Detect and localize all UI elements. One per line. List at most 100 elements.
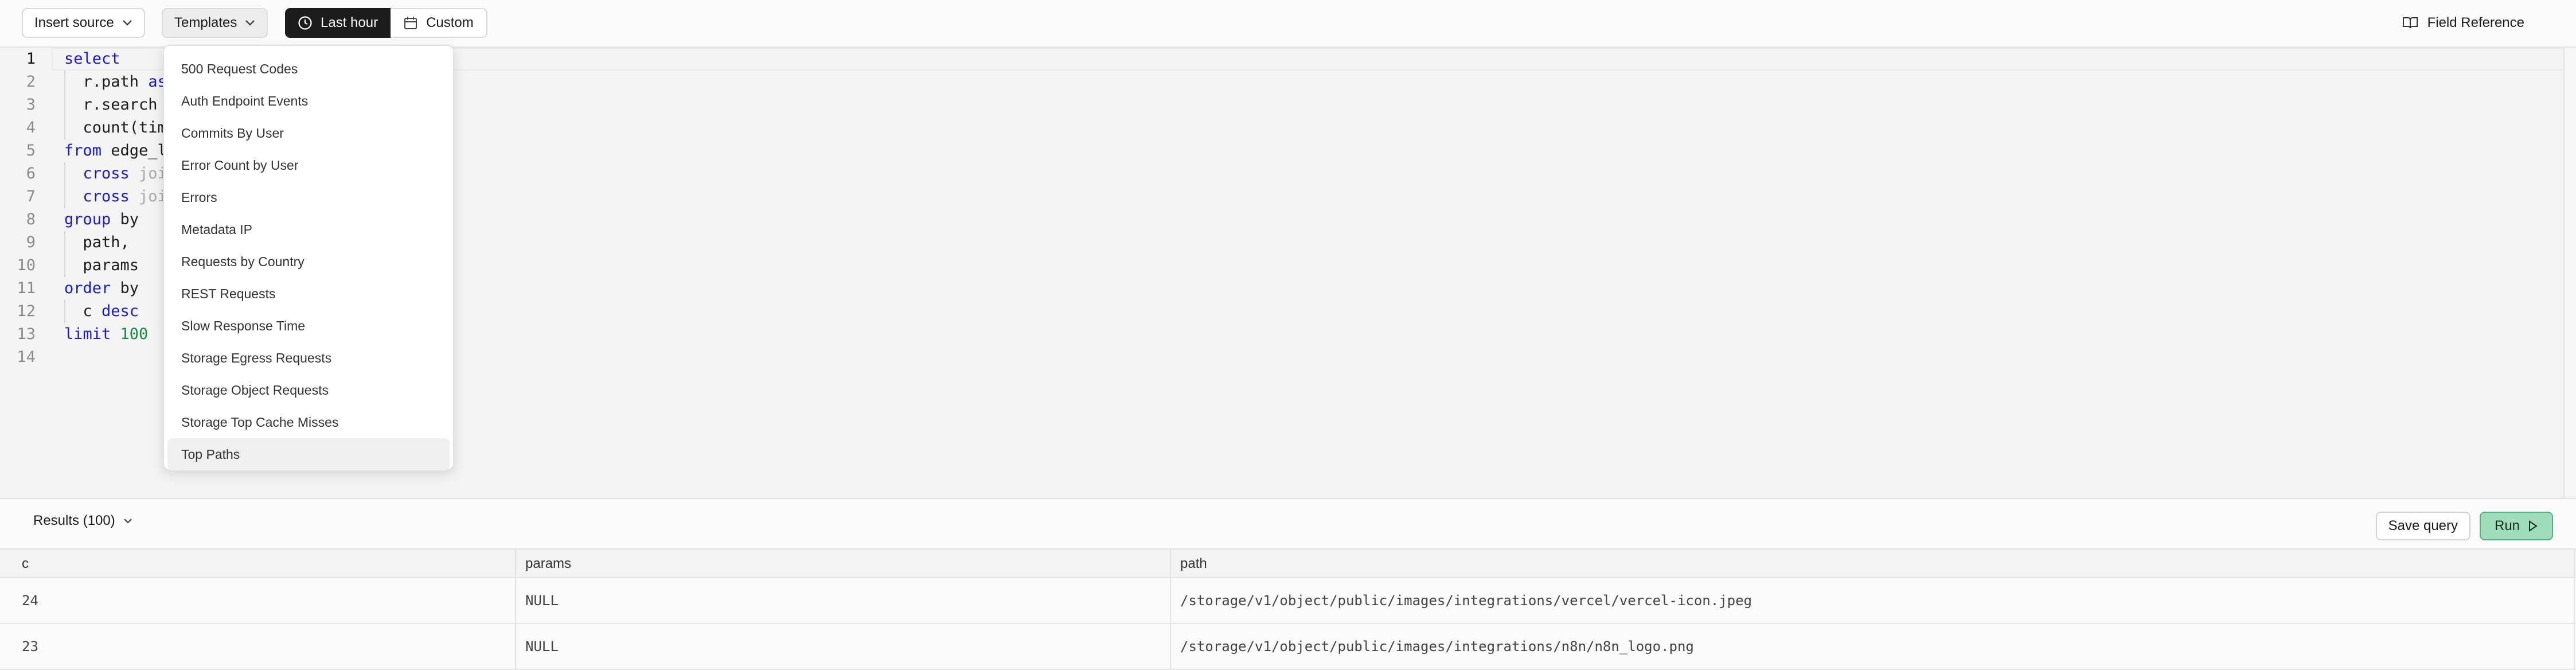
sql-keyword: order [64, 279, 111, 297]
line-number: 5 [26, 142, 36, 159]
line-number: 7 [26, 188, 36, 205]
line-number: 8 [26, 211, 36, 228]
sql-number: 100 [120, 325, 149, 343]
line-number: 6 [26, 165, 36, 182]
custom-range-button[interactable]: Custom [391, 8, 487, 38]
column-header-params[interactable]: params [525, 550, 571, 578]
table-row[interactable]: 23 NULL /storage/v1/object/public/images… [0, 624, 2576, 670]
cell-c: 23 [22, 638, 38, 655]
code-text: r.search [64, 94, 158, 116]
sql-keyword: from [64, 142, 102, 159]
templates-label: Templates [174, 15, 237, 30]
results-bar: Results (100) Save query Run [0, 498, 2576, 548]
line-number: 10 [17, 256, 36, 274]
code-text: order by [64, 277, 139, 300]
last-hour-button[interactable]: Last hour [285, 8, 391, 38]
play-icon [2528, 520, 2538, 532]
sql-keyword: select [64, 50, 120, 68]
code-text: r.path as [64, 71, 167, 94]
chevron-down-icon [122, 20, 132, 26]
template-menu-item[interactable]: Auth Endpoint Events [167, 85, 450, 117]
sql-token: by [111, 211, 139, 228]
sql-keyword: desc [102, 302, 139, 320]
time-range-selector: Last hour Custom [285, 8, 487, 38]
clock-icon [298, 15, 313, 30]
template-menu-item[interactable]: Requests by Country [167, 246, 450, 278]
sql-keyword: cross [83, 165, 130, 182]
sql-token: count(tim [64, 119, 167, 137]
sql-keyword: cross [83, 188, 130, 205]
code-text: cross joi [64, 185, 167, 208]
template-menu-item[interactable]: Top Paths [167, 438, 450, 470]
column-divider[interactable] [515, 548, 516, 669]
code-text: from edge_l [64, 139, 167, 162]
templates-list: 500 Request Codes Auth Endpoint Events Com… [164, 53, 453, 470]
line-number: 12 [17, 302, 36, 320]
save-query-button[interactable]: Save query [2375, 512, 2470, 540]
template-menu-item[interactable]: REST Requests [167, 278, 450, 310]
line-number: 2 [26, 73, 36, 91]
field-reference-label: Field Reference [2427, 15, 2524, 30]
code-text: params [64, 254, 139, 277]
sql-token: by [111, 279, 139, 297]
results-table: c params path 24 NULL /storage/v1/object… [0, 548, 2576, 670]
toolbar: Insert source Templates Last hour Custom… [0, 0, 2576, 48]
chevron-down-icon [123, 518, 132, 524]
cell-params: NULL [525, 638, 559, 655]
sql-keyword: limit [64, 325, 111, 343]
code-text: cross joi [64, 162, 167, 185]
results-count-dropdown[interactable]: Results (100) [33, 513, 132, 529]
line-number: 13 [17, 325, 36, 343]
cell-params: NULL [525, 593, 559, 609]
sql-token: joi [129, 188, 167, 205]
cell-path: /storage/v1/object/public/images/integra… [1180, 593, 1752, 609]
column-header-c[interactable]: c [22, 550, 29, 578]
template-menu-item[interactable]: 500 Request Codes [167, 53, 450, 85]
sql-token: joi [129, 165, 167, 182]
template-menu-item[interactable]: Errors [167, 181, 450, 213]
template-menu-item[interactable]: Metadata IP [167, 213, 450, 246]
results-label: Results (100) [33, 513, 115, 528]
line-number: 4 [26, 119, 36, 137]
template-menu-item[interactable]: Commits By User [167, 117, 450, 149]
run-label: Run [2494, 518, 2520, 533]
code-text: group by [64, 208, 139, 231]
code-text: c desc [64, 300, 139, 323]
editor-scrollbar[interactable] [2563, 48, 2576, 498]
table-row[interactable]: 24 NULL /storage/v1/object/public/images… [0, 578, 2576, 624]
code-text: select [64, 48, 120, 71]
cell-c: 24 [22, 593, 38, 609]
template-menu-item[interactable]: Storage Object Requests [167, 374, 450, 406]
column-header-path[interactable]: path [1180, 550, 1207, 578]
code-text: limit 100 [64, 323, 148, 346]
template-menu-item[interactable]: Storage Top Cache Misses [167, 406, 450, 438]
templates-button[interactable]: Templates [162, 8, 268, 38]
column-divider[interactable] [1170, 548, 1171, 669]
run-button[interactable]: Run [2480, 512, 2553, 540]
sql-token: params [64, 256, 139, 274]
chevron-down-icon [245, 20, 255, 26]
line-number: 11 [17, 279, 36, 297]
template-menu-item[interactable]: Error Count by User [167, 149, 450, 181]
field-reference-button[interactable]: Field Reference [2402, 8, 2524, 38]
book-open-icon [2402, 16, 2418, 30]
sql-token: c [64, 302, 102, 320]
custom-label: Custom [426, 15, 474, 30]
code-text: count(tim [64, 116, 167, 139]
insert-source-label: Insert source [34, 15, 114, 30]
table-header: c params path [0, 548, 2576, 578]
template-menu-item[interactable]: Slow Response Time [167, 310, 450, 342]
sql-token: r.search [64, 96, 158, 114]
template-menu-item[interactable]: Storage Egress Requests [167, 342, 450, 374]
insert-source-button[interactable]: Insert source [22, 8, 145, 38]
last-hour-label: Last hour [321, 15, 378, 30]
sql-token: path, [64, 233, 130, 251]
line-number: 1 [26, 50, 36, 68]
code-text: path, [64, 231, 130, 254]
sql-keyword: group [64, 211, 111, 228]
calendar-icon [403, 15, 418, 30]
sql-token: r.path [64, 73, 149, 91]
cell-path: /storage/v1/object/public/images/integra… [1180, 638, 1694, 655]
